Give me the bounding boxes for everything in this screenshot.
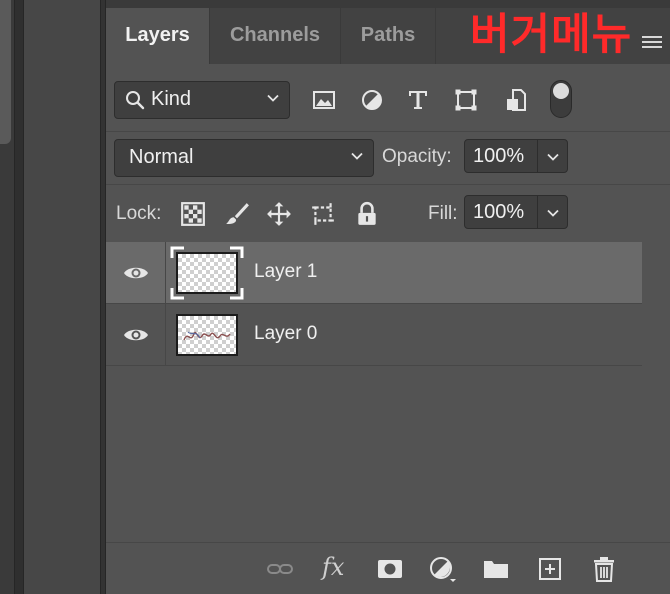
fill-value[interactable]: 100% [473,201,524,224]
burger-menu-annotation: 버거메뉴 [470,10,633,60]
mask-icon[interactable] [376,555,404,583]
panel-tabbar: Layers Channels Paths 버거메뉴 [106,0,670,64]
type-filter-icon[interactable] [406,88,430,112]
left-dock-panel [24,0,100,594]
chevron-down-icon [547,209,559,217]
trash-icon[interactable] [590,555,618,583]
adjustment-layer-icon[interactable] [428,555,456,583]
adjustment-filter-icon[interactable] [360,88,384,112]
folder-icon[interactable] [482,555,510,583]
image-filter-icon[interactable] [312,88,336,112]
chevron-down-icon [547,153,559,161]
selection-brackets-icon [170,246,244,300]
lock-transparent-pixels-icon[interactable] [180,201,206,227]
lock-row: Lock: Fill: 100% [106,184,670,242]
chevron-down-icon [267,94,279,102]
link-icon[interactable] [266,555,294,583]
hamburger-menu-icon[interactable] [642,36,662,50]
layer-name[interactable]: Layer 0 [254,323,317,345]
lock-position-move-icon[interactable] [266,201,292,227]
fill-label: Fill: [428,203,458,224]
layers-list: Layer 1 Layer 0 [106,242,670,542]
fill-dropdown-button[interactable] [537,196,567,228]
kind-filter-dropdown[interactable]: Kind [114,81,290,119]
fill-field[interactable]: 100% [464,195,568,229]
tab-paths[interactable]: Paths [341,8,436,64]
new-layer-icon[interactable] [536,555,564,583]
blend-mode-dropdown[interactable]: Normal [114,139,374,177]
layers-bottom-toolbar: fx [106,542,670,594]
layers-scrollbar[interactable] [642,242,670,542]
layer-row-layer-0[interactable]: Layer 0 [106,304,642,366]
shape-filter-icon[interactable] [454,88,478,112]
opacity-label: Opacity: [382,146,452,167]
chevron-down-icon [351,152,363,160]
filter-toggle-switch[interactable] [550,80,572,118]
visibility-cell[interactable] [106,304,166,366]
left-column [0,0,14,594]
lock-image-pixels-brush-icon[interactable] [224,201,250,227]
toggle-knob [553,83,569,99]
kind-filter-value: Kind [151,88,192,110]
signature-sketch-icon [183,331,231,341]
blend-mode-value: Normal [129,146,194,168]
left-scrollbar-thumb[interactable] [0,0,11,144]
eye-icon[interactable] [123,326,149,344]
smart-object-filter-icon[interactable] [504,88,528,112]
blend-row: Normal Opacity: 100% [106,132,670,182]
visibility-cell[interactable] [106,242,166,304]
eye-icon[interactable] [123,264,149,282]
layer-row-layer-1[interactable]: Layer 1 [106,242,642,304]
lock-all-padlock-icon[interactable] [354,201,380,227]
lock-label: Lock: [116,203,162,224]
fx-icon[interactable]: fx [322,553,344,581]
tab-channels[interactable]: Channels [210,8,341,64]
tab-layers[interactable]: Layers [106,8,210,64]
left-strip [14,0,24,594]
filter-row: Kind [106,64,670,132]
layer-name[interactable]: Layer 1 [254,261,317,283]
layers-panel: Layers Channels Paths 버거메뉴 Kind Normal O… [106,0,670,594]
search-icon [126,91,145,110]
lock-artboard-icon[interactable] [310,201,336,227]
opacity-dropdown-button[interactable] [537,140,567,172]
layer-thumbnail[interactable] [176,314,238,356]
opacity-value[interactable]: 100% [473,145,524,168]
opacity-field[interactable]: 100% [464,139,568,173]
